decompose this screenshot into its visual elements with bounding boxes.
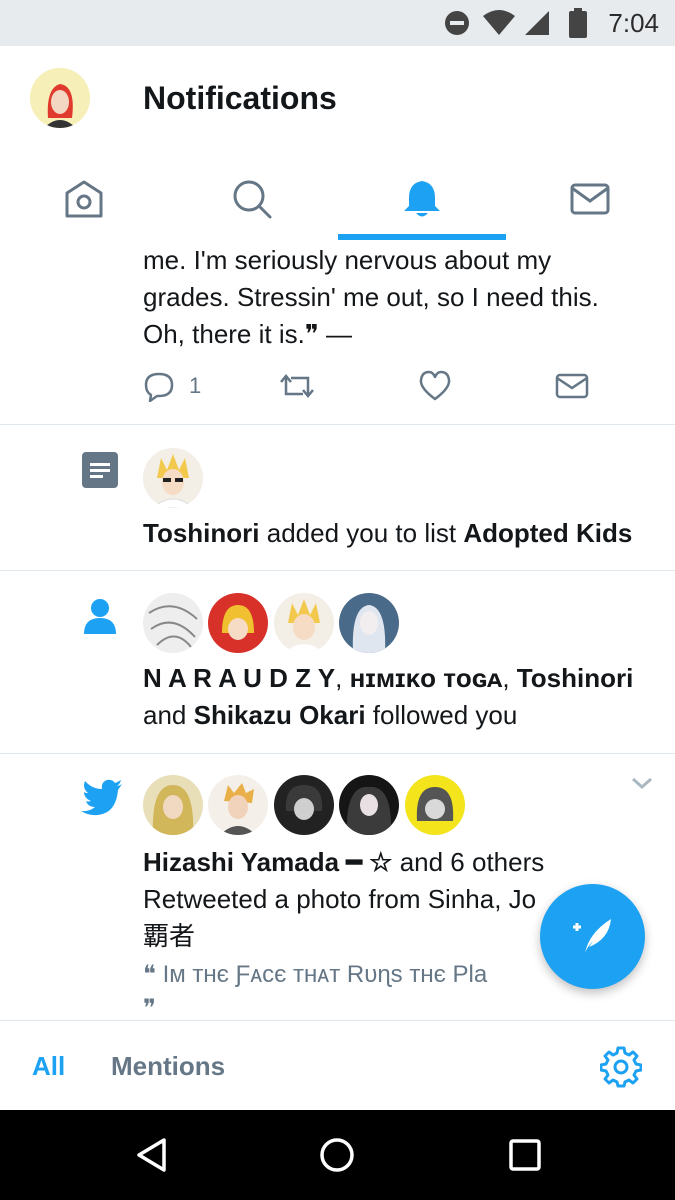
tab-home[interactable] <box>0 158 168 240</box>
avatar[interactable] <box>274 593 334 653</box>
tweet-text-line: grades. Stressin' me out, so I need this… <box>143 282 599 312</box>
divider <box>0 753 675 754</box>
retweet-icon <box>280 374 314 398</box>
battery-icon <box>569 8 587 38</box>
reply-icon <box>144 372 174 402</box>
system-nav-bar <box>0 1110 675 1200</box>
notification-text: N A R A U D Z Y, ʜɪᴍɪᴋᴏ ᴛᴏɢᴀ, Toshinori a… <box>143 663 634 730</box>
compose-tweet-button[interactable] <box>540 884 645 989</box>
tab-messages[interactable] <box>506 158 674 240</box>
chevron-down-icon[interactable] <box>630 773 654 793</box>
clock: 7:04 <box>608 8 659 38</box>
page-title: Notifications <box>143 80 337 116</box>
avatar[interactable] <box>274 775 334 835</box>
twitter-bird-icon <box>81 779 122 816</box>
notification-text: Hizashi Yamada ━ ☆ and 6 others <box>143 847 545 877</box>
heart-icon <box>419 370 451 401</box>
retweet-button[interactable] <box>279 370 315 402</box>
notification-filter-bar: All Mentions <box>0 1020 675 1111</box>
do-not-disturb-icon <box>445 11 469 35</box>
avatar[interactable] <box>339 775 399 835</box>
divider <box>0 424 675 425</box>
tweet-actions: 1 <box>143 370 613 410</box>
tab-search[interactable] <box>168 158 336 240</box>
notification-text: Toshinori added you to list Adopted Kids <box>143 518 633 548</box>
tweet-text-line: me. I'm seriously nervous about my <box>143 245 552 275</box>
compose-feather-icon <box>572 918 611 953</box>
like-button[interactable] <box>418 370 452 402</box>
filter-all-tab[interactable]: All <box>32 1051 65 1082</box>
wifi-icon <box>483 10 515 35</box>
divider <box>0 570 675 571</box>
back-icon[interactable] <box>134 1137 170 1173</box>
mail-icon <box>570 183 610 215</box>
person-icon <box>84 599 116 634</box>
profile-avatar[interactable] <box>30 68 90 128</box>
avatar[interactable] <box>208 775 268 835</box>
mail-icon <box>555 373 589 399</box>
tab-notifications[interactable] <box>338 158 506 240</box>
search-icon <box>233 180 272 219</box>
quoted-tweet-text: ❝ Iᴍ ᴛʜє Ƒᴀcє ᴛʜᴀᴛ Rᴜɳs ᴛʜє Pla <box>143 961 488 988</box>
app-header: Notifications <box>0 46 675 240</box>
tab-bar <box>0 158 675 240</box>
avatar[interactable] <box>143 593 203 653</box>
home-icon <box>65 180 103 218</box>
avatar[interactable] <box>143 448 203 508</box>
gear-icon[interactable] <box>600 1046 642 1088</box>
avatar[interactable] <box>339 593 399 653</box>
dm-share-button[interactable] <box>555 370 589 402</box>
avatar[interactable] <box>405 775 465 835</box>
quoted-tweet-end: ❞ <box>143 995 156 1020</box>
recents-icon[interactable] <box>508 1138 542 1172</box>
cell-signal-icon <box>525 11 549 35</box>
list-icon <box>82 452 118 488</box>
home-circle-icon[interactable] <box>319 1137 355 1173</box>
status-bar: 7:04 <box>0 0 675 46</box>
bell-icon <box>404 181 440 217</box>
avatar[interactable] <box>208 593 268 653</box>
avatar[interactable] <box>143 775 203 835</box>
filter-mentions-tab[interactable]: Mentions <box>111 1051 225 1082</box>
reply-button[interactable]: 1 <box>143 370 201 402</box>
reply-count: 1 <box>189 373 202 398</box>
tweet-text-line: Oh, there it is.❞ — <box>143 319 353 349</box>
